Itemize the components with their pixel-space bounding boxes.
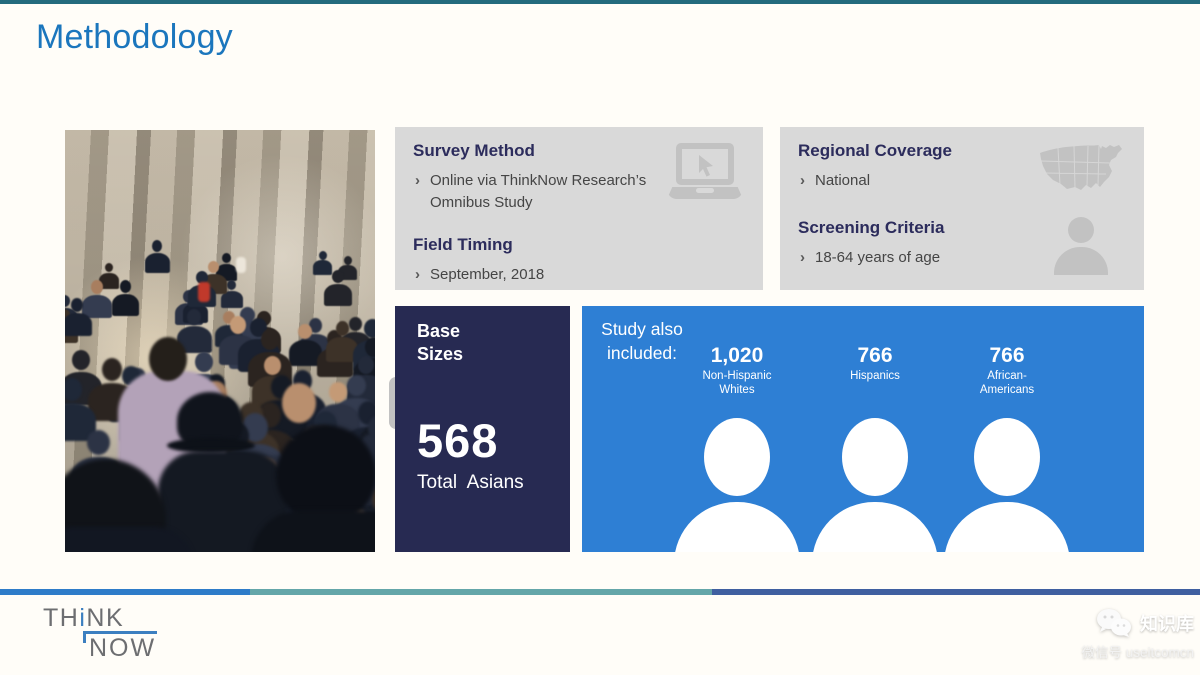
crowd-person [198,281,211,302]
group-african-americans: 766 African- Americans [932,306,1082,552]
crowd-person [111,279,139,316]
logo-now-text: NOW [89,634,157,662]
page-title: Methodology [36,18,233,56]
watermark: 知识库 微信号 useitcomcn [1014,608,1194,661]
person-icon [704,418,770,496]
group-value: 1,020 [710,344,764,367]
total-asians-label: Total Asians [417,472,524,493]
field-timing-bullet: › September, 2018 [415,264,665,286]
survey-method-bullet: › Online via ThinkNow Research’s Omnibus… [415,170,665,214]
group-hispanics: 766 Hispanics [800,306,950,552]
crowd-person [282,383,316,424]
regional-coverage-card: Regional Coverage › National Screening C… [780,127,1144,290]
laptop-icon [667,143,743,199]
study-included-card: Study also included: 1,020 Non-Hispanic … [582,306,1144,552]
regional-coverage-bullet: › National [800,170,1050,192]
wechat-icon [1097,609,1131,637]
cursor-arrow-icon [699,155,713,177]
base-sizes-heading: Base Sizes [417,321,464,364]
group-label: Non-Hispanic Whites [702,370,772,396]
group-label: Hispanics [850,370,900,382]
group-value: 766 [857,344,893,367]
crowd-photo [65,130,375,552]
field-timing-heading: Field Timing [413,234,513,254]
watermark-title: 知识库 [1140,614,1194,634]
group-value: 766 [989,344,1025,367]
screening-criteria-bullet: › 18-64 years of age [800,247,1050,269]
crowd-person [235,256,246,273]
watermark-subtitle: 微信号 useitcomcn [1081,645,1194,660]
chevron-icon: › [800,172,805,189]
chevron-icon: › [415,172,420,189]
chevron-icon: › [800,248,805,266]
divider-blue-segment [0,589,250,595]
crowd-person [144,240,170,273]
person-icon [974,418,1040,496]
crowd-person [323,270,352,306]
person-icon [842,418,908,496]
group-non-hispanic-whites: 1,020 Non-Hispanic Whites [662,306,812,552]
chevron-icon: › [415,265,420,283]
survey-method-card: Survey Method › Online via ThinkNow Rese… [389,127,763,430]
total-asians-value: 568 [417,414,499,467]
logo-think-text: THiNK [43,604,125,632]
divider-teal-segment [250,589,712,595]
usa-map-icon [1040,144,1122,190]
top-accent-line [0,0,1200,4]
divider-slate-segment [712,589,1200,595]
crowd-person [148,336,187,381]
crowd-person [65,298,92,337]
base-sizes-card: Base Sizes 568 Total Asians [395,306,570,552]
group-label: African- Americans [979,370,1035,396]
person-icon [1054,217,1108,275]
thinknow-logo: THiNK NOW [43,604,157,662]
